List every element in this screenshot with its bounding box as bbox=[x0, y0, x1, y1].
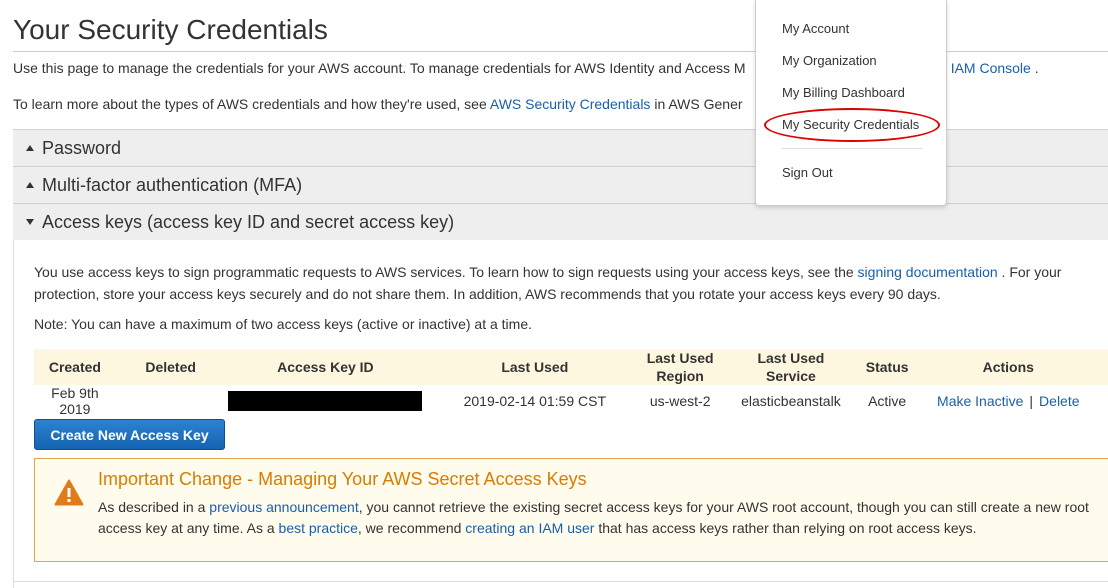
section-label: Access keys (access key ID and secret ac… bbox=[42, 211, 455, 232]
alert-title: Important Change - Managing Your AWS Sec… bbox=[98, 469, 587, 489]
cell-deleted bbox=[116, 385, 226, 417]
delete-link[interactable]: Delete bbox=[1039, 393, 1079, 409]
header-line: Service bbox=[766, 368, 816, 384]
cell-actions: Make Inactive | Delete bbox=[909, 385, 1108, 417]
expand-triangle-icon bbox=[26, 145, 34, 151]
col-created: Created bbox=[34, 349, 116, 385]
action-separator: | bbox=[1029, 393, 1034, 409]
col-deleted: Deleted bbox=[115, 349, 226, 385]
col-actions: Actions bbox=[908, 349, 1108, 385]
menu-divider bbox=[782, 148, 922, 149]
col-access-key-id: Access Key ID bbox=[225, 349, 426, 385]
expand-triangle-icon bbox=[26, 182, 34, 188]
creating-iam-user-link[interactable]: creating an IAM user bbox=[465, 520, 594, 536]
cell-access-key-id bbox=[225, 385, 425, 417]
account-dropdown-menu: My Account My Organization My Billing Da… bbox=[755, 0, 947, 206]
section-label: Password bbox=[42, 137, 122, 158]
table-row: Feb 9th 2019 2019-02-14 01:59 CST us-wes… bbox=[34, 385, 1108, 417]
make-inactive-link[interactable]: Make Inactive bbox=[937, 393, 1023, 409]
intro-text: in AWS Gener bbox=[654, 96, 743, 112]
important-change-alert: Important Change - Managing Your AWS Sec… bbox=[34, 458, 1108, 562]
aws-security-credentials-link[interactable]: AWS Security Credentials bbox=[490, 96, 651, 112]
alert-text: that has access keys rather than relying… bbox=[598, 520, 977, 536]
cell-created: Feb 9th 2019 bbox=[51, 385, 99, 417]
col-status: Status bbox=[865, 349, 909, 385]
access-keys-table: Created Deleted Access Key ID Last Used … bbox=[34, 349, 1108, 417]
menu-item-my-organization[interactable]: My Organization bbox=[782, 53, 877, 68]
col-last-used-region: Last Used Region bbox=[644, 349, 717, 385]
cell-service: elasticbeanstalk bbox=[741, 393, 841, 409]
header-line: Region bbox=[656, 368, 704, 384]
access-keys-description: You use access keys to sign programmatic… bbox=[34, 262, 1094, 305]
menu-item-sign-out[interactable]: Sign Out bbox=[782, 165, 833, 180]
alert-text: As described in a bbox=[98, 499, 206, 515]
col-last-used-service: Last Used Service bbox=[716, 349, 866, 385]
cell-last-used: 2019-02-14 01:59 CST bbox=[463, 393, 607, 409]
create-new-access-key-button[interactable]: Create New Access Key bbox=[34, 419, 225, 450]
access-keys-note: Note: You can have a maximum of two acce… bbox=[34, 316, 532, 332]
description-text: You use access keys to sign programmatic… bbox=[34, 264, 854, 280]
menu-item-my-billing-dashboard[interactable]: My Billing Dashboard bbox=[782, 85, 905, 100]
intro-paragraph-2: To learn more about the types of AWS cre… bbox=[13, 96, 743, 112]
iam-console-link[interactable]: IAM Console bbox=[951, 60, 1031, 76]
page-title: Your Security Credentials bbox=[13, 14, 328, 45]
header-line: Last Used bbox=[757, 350, 825, 366]
warning-triangle-icon bbox=[54, 479, 84, 506]
best-practice-link[interactable]: best practice bbox=[279, 520, 358, 536]
previous-announcement-link[interactable]: previous announcement bbox=[209, 499, 358, 515]
table-header-row: Created Deleted Access Key ID Last Used … bbox=[34, 349, 1108, 385]
collapse-triangle-icon bbox=[26, 219, 34, 225]
cell-region: us-west-2 bbox=[649, 393, 711, 409]
signing-documentation-link[interactable]: signing documentation bbox=[858, 264, 998, 280]
section-divider bbox=[13, 581, 1108, 582]
intro-text: Use this page to manage the credentials … bbox=[13, 60, 746, 76]
section-label: Multi-factor authentication (MFA) bbox=[42, 174, 303, 195]
header-line: Last Used bbox=[646, 350, 714, 366]
redacted-key-block bbox=[228, 391, 423, 411]
cell-status: Active bbox=[868, 393, 907, 409]
menu-item-my-security-credentials[interactable]: My Security Credentials bbox=[782, 117, 919, 132]
alert-body: As described in a previous announcement,… bbox=[98, 497, 1098, 539]
intro-text: To learn more about the types of AWS cre… bbox=[13, 96, 487, 112]
menu-item-my-account[interactable]: My Account bbox=[782, 21, 849, 36]
intro-text: . bbox=[1034, 60, 1039, 76]
section-access-keys[interactable]: Access keys (access key ID and secret ac… bbox=[13, 203, 1108, 240]
col-last-used: Last Used bbox=[425, 349, 645, 385]
alert-text: , we recommend bbox=[357, 520, 462, 536]
